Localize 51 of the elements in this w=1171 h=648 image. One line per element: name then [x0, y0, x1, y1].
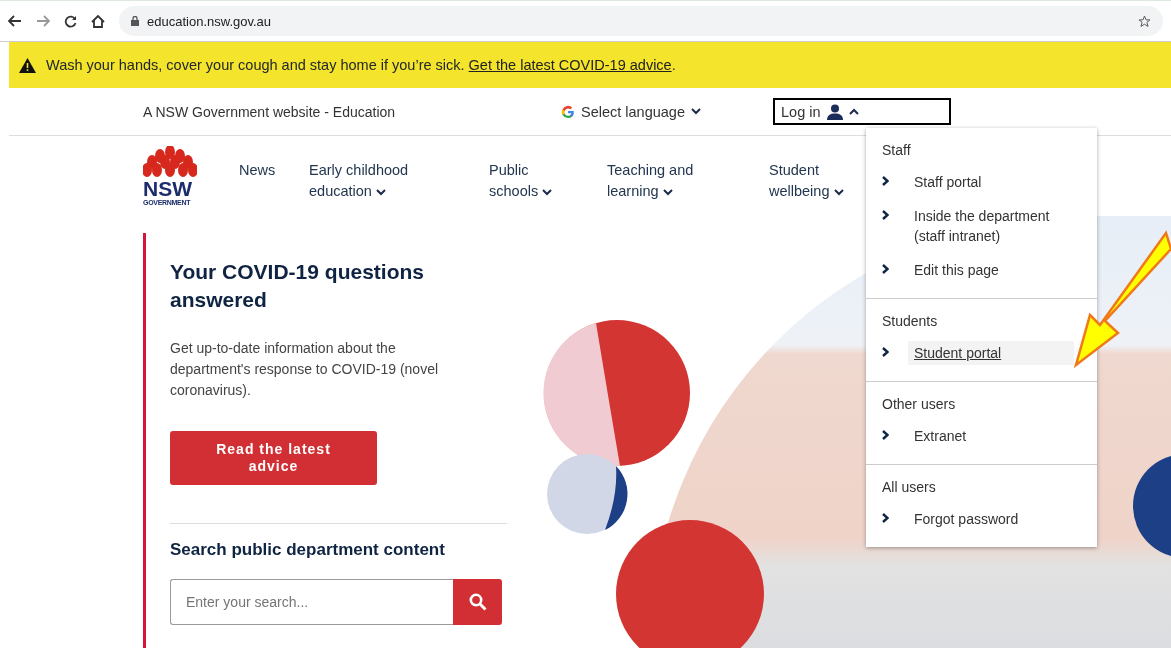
- advice-link[interactable]: Get the latest COVID-19 advice: [468, 57, 672, 73]
- site-label: A NSW Government website - Education: [143, 103, 397, 120]
- person-icon: [826, 103, 843, 120]
- chevron-right-icon: [882, 264, 889, 274]
- warning-icon: [19, 57, 36, 73]
- address-bar[interactable]: education.nsw.gov.au: [119, 6, 1163, 36]
- search-icon: [468, 593, 487, 611]
- alert-message: Wash your hands, cover your cough and stay home if you’re sick. Get the latest COVID-19 advice.: [46, 57, 676, 73]
- chevron-right-icon: [882, 210, 889, 220]
- chevron-right-icon: [882, 347, 889, 357]
- chevron-down-icon: [542, 189, 553, 196]
- covid-heading: Your COVID-19 questions answered: [170, 259, 425, 313]
- menu-item[interactable]: Edit this page: [908, 258, 1058, 282]
- logo-text[interactable]: NSW: [143, 178, 192, 199]
- read-advice-button[interactable]: Read the latest advice: [170, 431, 377, 485]
- nav-link[interactable]: Public schools: [489, 160, 577, 202]
- covid-description: Get up-to-date information about the department's response to COVID-19 (novel coronavirus).: [170, 339, 440, 400]
- chevron-up-icon: [848, 108, 859, 115]
- nav-link[interactable]: Early childhood education: [309, 160, 459, 202]
- chevron-right-icon: [882, 430, 889, 440]
- url-text: education.nsw.gov.au: [147, 13, 272, 29]
- waratah-flower-icon[interactable]: [143, 146, 197, 178]
- chevron-down-icon: [662, 189, 673, 196]
- menu-group-label: All users: [882, 479, 937, 495]
- search-button[interactable]: [453, 579, 502, 625]
- home-icon[interactable]: [91, 14, 105, 28]
- chevron-right-icon: [882, 176, 889, 186]
- back-arrow-icon[interactable]: [8, 15, 22, 27]
- menu-item[interactable]: Extranet: [908, 424, 1058, 448]
- chevron-down-icon: [833, 189, 844, 196]
- search-heading: Search public department content: [170, 540, 446, 560]
- menu-group-label: Other users: [882, 396, 957, 412]
- chevron-down-icon: [375, 189, 386, 196]
- chevron-right-icon: [882, 513, 889, 523]
- reload-icon[interactable]: [64, 14, 77, 28]
- lock-icon: [131, 16, 139, 26]
- nav-link[interactable]: Teaching and learning: [607, 160, 739, 202]
- google-icon: [561, 104, 575, 119]
- nav-link[interactable]: News: [239, 160, 279, 181]
- chevron-down-icon: [691, 108, 701, 115]
- menu-item[interactable]: Forgot password: [908, 507, 1058, 531]
- menu-item[interactable]: Staff portal: [908, 170, 1058, 194]
- menu-item[interactable]: Inside the department (staff intranet): [908, 204, 1058, 248]
- star-icon[interactable]: [1138, 14, 1151, 28]
- nav-link[interactable]: Student wellbeing: [769, 160, 859, 202]
- menu-item[interactable]: Student portal: [908, 341, 1074, 365]
- forward-arrow-icon[interactable]: [36, 15, 50, 27]
- menu-group-label: Students: [882, 313, 939, 329]
- login-button[interactable]: Log in: [773, 98, 951, 125]
- search-field[interactable]: Enter your search...: [170, 579, 453, 625]
- menu-group-label: Staff: [882, 142, 912, 158]
